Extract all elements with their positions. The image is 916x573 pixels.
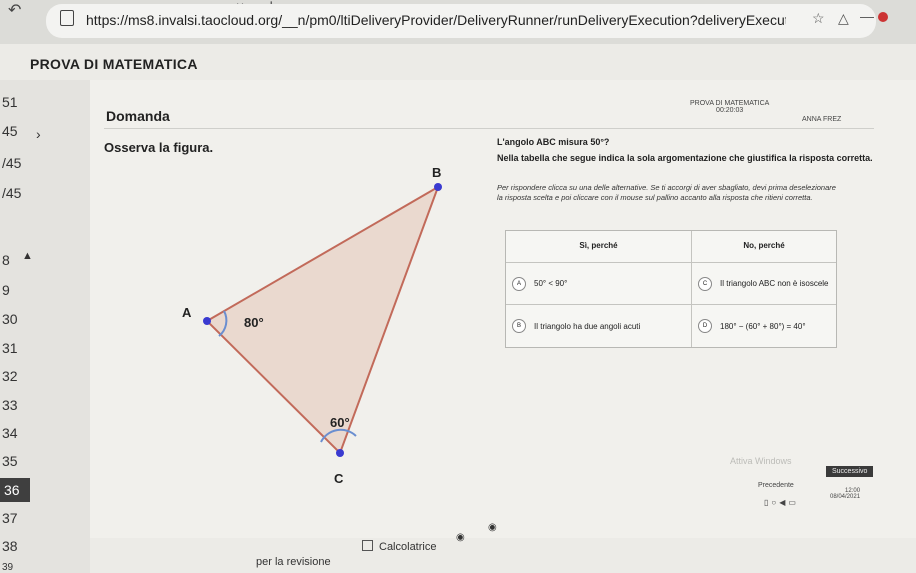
divider	[104, 128, 874, 129]
clock-date: 08/04/2021	[830, 494, 861, 500]
next-button[interactable]: Successivo	[826, 466, 874, 477]
review-button[interactable]: per la revisione	[256, 556, 331, 568]
question-prompt: Osserva la figura.	[104, 140, 214, 155]
system-tray: ▯○◀▭	[764, 498, 799, 507]
question-nav-item[interactable]: 35	[2, 453, 18, 469]
vertex-a-dot	[203, 317, 211, 325]
triangle-figure: B A C 80° 60°	[182, 165, 442, 486]
vertex-c-dot	[336, 449, 344, 457]
question-nav-item[interactable]: 31	[2, 340, 18, 356]
question-nav-item[interactable]: 38	[2, 538, 18, 554]
angle-c-label: 60°	[330, 415, 350, 430]
triangle-shape	[205, 184, 440, 455]
previous-button[interactable]: Precedente	[758, 482, 794, 489]
caret-up-icon[interactable]: ▲	[22, 250, 33, 262]
app-title: PROVA DI MATEMATICA	[30, 56, 198, 72]
question-nav-item[interactable]: 39	[2, 562, 13, 573]
profile-icon[interactable]	[878, 12, 888, 22]
question-nav-item[interactable]: /45	[2, 155, 21, 171]
answer-table: Sì, perché No, perché A 50° < 90° C Il t…	[505, 230, 837, 348]
answer-d-text: 180° − (60° + 80°) = 40°	[720, 321, 806, 331]
answer-d[interactable]: D 180° − (60° + 80°) = 40°	[692, 305, 836, 347]
question-nav-item[interactable]: 34	[2, 425, 18, 441]
vertex-b-dot	[434, 183, 442, 191]
browser-chrome: ↶ × + https://ms8.invalsi.taocloud.org/_…	[0, 0, 916, 45]
header-info: PROVA DI MATEMATICA 00:20:03	[690, 100, 769, 114]
question-label: Domanda	[106, 108, 170, 124]
answer-c[interactable]: C Il triangolo ABC non è isoscele	[692, 263, 836, 305]
angle-question: L'angolo ABC misura 50°?	[497, 137, 610, 147]
user-name: ANNA FREZ	[802, 116, 842, 123]
calculator-button[interactable]: Calcolatrice	[362, 540, 436, 553]
question-nav-item[interactable]: 33	[2, 397, 18, 413]
question-nav-item[interactable]: 45	[2, 123, 18, 139]
answer-b[interactable]: B Il triangolo ha due angoli acuti	[506, 305, 692, 347]
tool-icon[interactable]: ◉	[488, 522, 497, 533]
extension-icon[interactable]: △	[838, 10, 849, 27]
question-nav-item[interactable]: 37	[2, 510, 18, 526]
vertex-a-label: A	[182, 305, 192, 320]
vertex-b-label: B	[432, 165, 441, 180]
back-icon[interactable]: ↶	[8, 0, 21, 20]
question-nav-item[interactable]: 8	[2, 252, 10, 268]
column-header-yes: Sì, perché	[506, 231, 692, 263]
question-nav-item[interactable]: /45	[2, 185, 21, 201]
instruction: Nella tabella che segue indica la sola a…	[497, 153, 873, 163]
radio-a[interactable]: A	[512, 276, 526, 291]
question-nav-item-active[interactable]: 36	[0, 478, 30, 502]
header-title: PROVA DI MATEMATICA	[690, 100, 770, 107]
star-icon[interactable]: ☆	[812, 10, 825, 27]
answer-c-text: Il triangolo ABC non è isoscele	[720, 279, 829, 288]
question-nav-item[interactable]: 51	[2, 94, 18, 110]
vertex-c-label: C	[334, 471, 344, 486]
angle-a-label: 80°	[244, 315, 264, 330]
answer-a-text: 50° < 90°	[534, 279, 568, 288]
tool-icon[interactable]: ◉	[456, 532, 465, 543]
calculator-label: Calcolatrice	[379, 541, 437, 553]
system-clock: 12:00 08/04/2021	[830, 488, 860, 500]
column-header-no: No, perché	[692, 231, 836, 263]
question-nav-item[interactable]: 32	[2, 368, 18, 384]
radio-c[interactable]: C	[698, 276, 712, 291]
question-nav-item[interactable]: 30	[2, 311, 18, 327]
answer-a[interactable]: A 50° < 90°	[506, 263, 692, 305]
menu-icon[interactable]: —	[860, 8, 874, 24]
lock-icon	[60, 10, 74, 26]
windows-watermark: Attiva Windows	[730, 456, 792, 466]
radio-d[interactable]: D	[698, 319, 712, 333]
radio-b[interactable]: B	[512, 319, 526, 333]
bottom-toolbar	[90, 538, 916, 573]
answer-b-text: Il triangolo ha due angoli acuti	[534, 321, 641, 331]
chevron-right-icon[interactable]: ›	[36, 126, 41, 142]
url-text[interactable]: https://ms8.invalsi.taocloud.org/__n/pm0…	[86, 12, 786, 28]
question-nav-item[interactable]: 9	[2, 282, 10, 298]
calculator-icon	[362, 540, 373, 551]
screen: ↶ × + https://ms8.invalsi.taocloud.org/_…	[0, 0, 916, 573]
timer: 00:20:03	[716, 107, 744, 114]
help-text: Per rispondere clicca su una delle alter…	[497, 183, 836, 202]
